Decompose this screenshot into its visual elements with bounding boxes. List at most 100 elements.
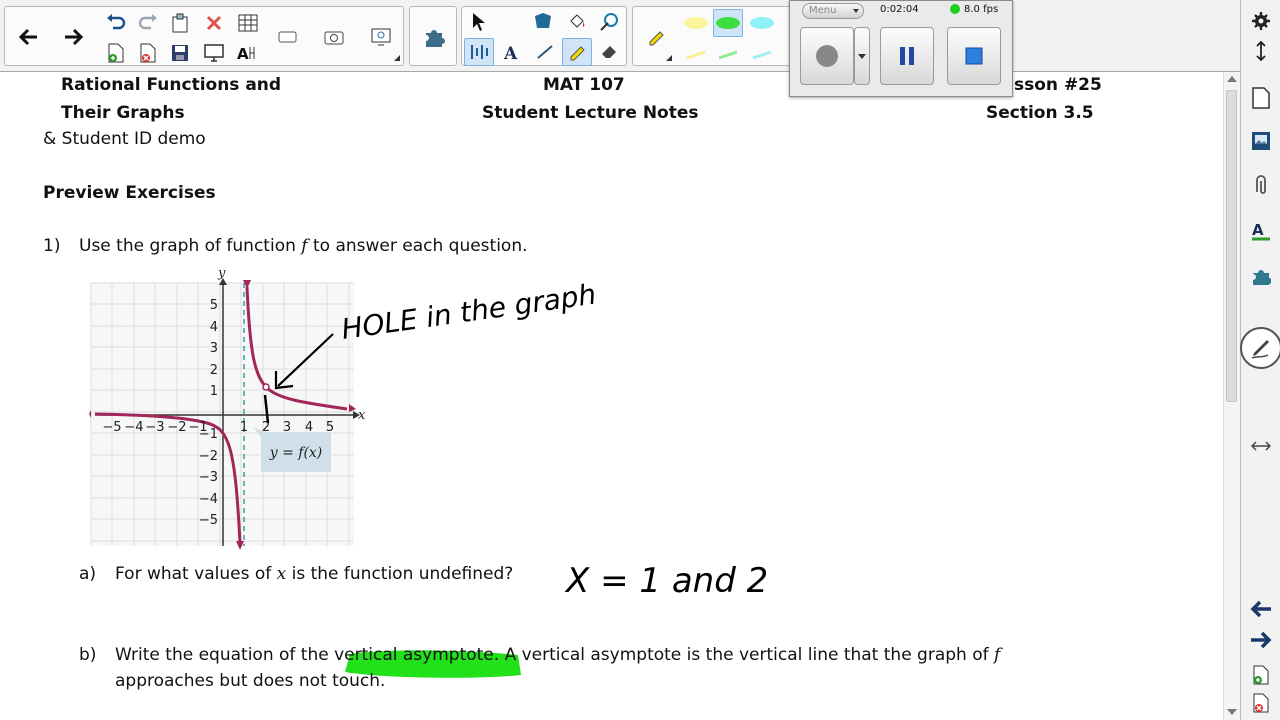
line-tool-icon[interactable] xyxy=(530,38,560,66)
pen-more-icon[interactable] xyxy=(666,55,672,61)
pen-palette xyxy=(632,6,792,66)
y-axis-label: y xyxy=(217,266,226,281)
screen-shade-icon[interactable] xyxy=(199,39,229,67)
recorder-fps: 8.0 fps xyxy=(964,4,999,15)
x-tick-label: 1 xyxy=(240,420,248,435)
properties-icon[interactable]: A xyxy=(1245,216,1277,246)
record-button[interactable] xyxy=(800,27,854,85)
select-pointer-icon[interactable] xyxy=(464,8,494,36)
func-label: y = f(x) xyxy=(269,445,323,461)
page-sorter-icon[interactable] xyxy=(1245,83,1277,113)
x-tick-label: −1 xyxy=(188,420,207,435)
svg-text:A: A xyxy=(1252,221,1264,239)
svg-text:A: A xyxy=(237,45,249,62)
green-thin-swatch[interactable] xyxy=(713,41,743,69)
section-heading: Preview Exercises xyxy=(43,183,216,203)
x-tick-label: −2 xyxy=(167,420,186,435)
stop-button[interactable] xyxy=(947,27,1001,85)
scroll-down-icon[interactable] xyxy=(1227,709,1237,715)
y-tick-label: 1 xyxy=(210,384,218,399)
subtitle: & Student ID demo xyxy=(43,129,206,149)
yellow-wide-swatch[interactable] xyxy=(681,9,711,37)
undo-icon[interactable] xyxy=(101,9,131,37)
text-tool-selected-icon[interactable] xyxy=(464,38,494,66)
delete-icon[interactable] xyxy=(199,9,229,37)
highlighter-pen-icon[interactable] xyxy=(562,38,592,66)
tools-group: A xyxy=(461,6,627,66)
question-b-text: Write the equation of the vertical asymp… xyxy=(115,645,1000,665)
header-title-line2: Their Graphs xyxy=(61,103,185,123)
screen-capture-icon[interactable] xyxy=(367,23,397,51)
forward-arrow-icon[interactable] xyxy=(59,23,89,51)
fill-icon[interactable] xyxy=(562,8,592,36)
back-arrow-icon[interactable] xyxy=(13,23,43,51)
question-1-number: 1) xyxy=(43,236,61,256)
qb-part1: Write the equation of the vertical asymp… xyxy=(115,645,989,665)
addons-puzzle-icon[interactable] xyxy=(1245,262,1277,292)
magic-pen-icon[interactable] xyxy=(594,8,624,36)
more-options-icon[interactable] xyxy=(394,55,400,61)
y-tick-label: −4 xyxy=(199,492,218,507)
menu-dropdown-icon xyxy=(853,9,859,13)
vertical-scrollbar[interactable] xyxy=(1223,72,1240,720)
chevron-down-icon xyxy=(858,53,866,59)
q1-text-after: to answer each question. xyxy=(312,236,528,256)
q1-func: f xyxy=(301,236,308,256)
settings-gear-icon[interactable] xyxy=(1245,6,1277,36)
qa-var: x xyxy=(276,564,287,584)
text-a-icon[interactable]: A xyxy=(496,38,526,66)
question-a-label: a) xyxy=(79,564,97,584)
move-toolbar-icon[interactable] xyxy=(1245,36,1277,66)
recorder-menu-label: Menu xyxy=(809,5,837,16)
pause-button[interactable] xyxy=(880,27,934,85)
y-tick-label: −2 xyxy=(199,449,218,464)
document-page[interactable]: Rational Functions and Their Graphs MAT … xyxy=(0,72,1223,720)
cyan-thin-swatch[interactable] xyxy=(747,41,777,69)
pen-circle-icon[interactable] xyxy=(1240,327,1280,369)
y-tick-label: −5 xyxy=(199,513,218,528)
puzzle-icon[interactable] xyxy=(419,23,449,51)
record-options-button[interactable] xyxy=(854,27,870,85)
attachments-icon[interactable] xyxy=(1245,170,1277,200)
gallery-icon[interactable] xyxy=(1245,126,1277,156)
green-wide-swatch[interactable] xyxy=(713,9,743,37)
paste-icon[interactable] xyxy=(165,9,195,37)
add-page-icon[interactable] xyxy=(101,39,131,67)
y-tick-label: 5 xyxy=(210,298,218,313)
pen-yellow-icon[interactable] xyxy=(641,23,671,51)
main-toolbar: A A xyxy=(0,0,1240,72)
hole-point xyxy=(262,383,270,391)
window-icon[interactable] xyxy=(273,23,303,51)
question-b-label: b) xyxy=(79,645,97,665)
delete-page-rail-icon[interactable] xyxy=(1245,688,1277,718)
shapes-icon[interactable] xyxy=(528,8,558,36)
delete-page-icon[interactable] xyxy=(133,39,163,67)
cyan-wide-swatch[interactable] xyxy=(747,9,777,37)
side-rail: A xyxy=(1240,0,1280,720)
save-icon[interactable] xyxy=(165,39,195,67)
eraser-icon[interactable] xyxy=(594,38,624,66)
camera-icon[interactable] xyxy=(319,23,349,51)
recorder-menu-button[interactable]: Menu xyxy=(802,3,864,19)
svg-text:A: A xyxy=(503,44,518,61)
text-format-icon[interactable]: A xyxy=(233,39,263,67)
table-icon[interactable] xyxy=(233,9,263,37)
question-1-text: Use the graph of function f to answer ea… xyxy=(79,236,528,256)
answer-a-ink: X = 1 and 2 xyxy=(564,561,768,601)
next-page-icon[interactable] xyxy=(1245,625,1277,655)
header-notes: Student Lecture Notes xyxy=(482,103,699,123)
add-page-rail-icon[interactable] xyxy=(1245,660,1277,690)
expand-sidebar-icon[interactable] xyxy=(1245,431,1277,461)
y-tick-label: 3 xyxy=(210,341,218,356)
previous-page-icon[interactable] xyxy=(1245,594,1277,624)
question-b-line2: approaches but does not touch. xyxy=(115,671,386,691)
x-tick-label: −3 xyxy=(145,420,164,435)
redo-icon[interactable] xyxy=(133,9,163,37)
qa-before: For what values of xyxy=(115,564,272,584)
header-title-line1: Rational Functions and xyxy=(61,75,282,95)
q1-text-before: Use the graph of function xyxy=(79,236,296,256)
scroll-up-icon[interactable] xyxy=(1227,76,1237,82)
yellow-thin-swatch[interactable] xyxy=(681,41,711,69)
qb-func: f xyxy=(994,645,1001,665)
scroll-thumb[interactable] xyxy=(1226,90,1237,402)
